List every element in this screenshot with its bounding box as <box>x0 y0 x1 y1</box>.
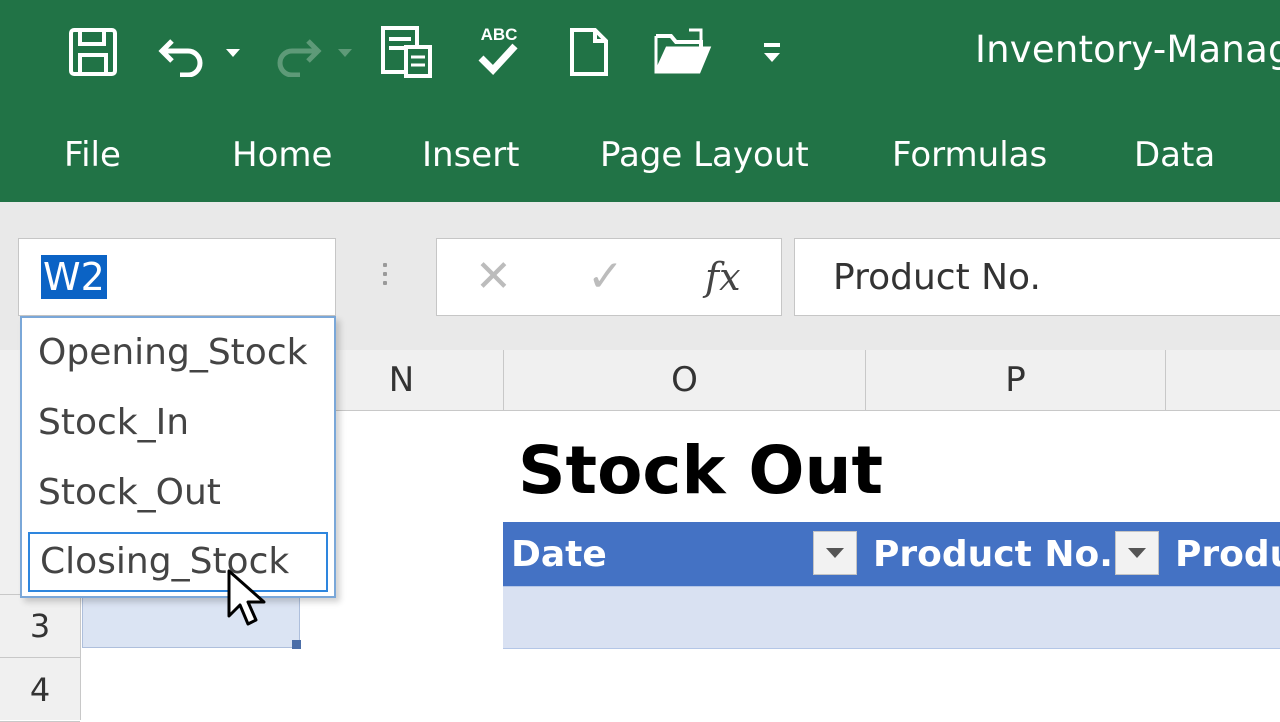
name-box[interactable]: W2 <box>18 238 336 316</box>
window-title: Inventory-Manage <box>975 28 1280 71</box>
column-header-q[interactable] <box>1166 350 1280 410</box>
form-icon[interactable] <box>378 22 436 82</box>
dropdown-item-stock-out[interactable]: Stock_Out <box>38 472 221 513</box>
tab-file[interactable]: File <box>64 135 121 175</box>
row-header-4[interactable]: 4 <box>0 658 80 722</box>
formula-value: Product No. <box>833 257 1041 298</box>
filter-dropdown-icon[interactable] <box>813 531 857 575</box>
row-header-3[interactable]: 3 <box>0 594 80 658</box>
enter-icon[interactable]: ✓ <box>587 251 624 303</box>
table-header-date: Date <box>511 534 607 575</box>
tab-page-layout[interactable]: Page Layout <box>600 135 809 175</box>
ribbon-tab-bar: File Home Insert Page Layout Formulas Da… <box>0 105 1280 202</box>
name-box-dropdown: Opening_Stock Stock_In Stock_Out Closing… <box>20 316 336 598</box>
redo-icon[interactable] <box>268 22 356 82</box>
tab-home[interactable]: Home <box>232 135 332 175</box>
mouse-cursor-icon <box>226 568 270 635</box>
save-icon[interactable] <box>64 22 122 82</box>
tab-data[interactable]: Data <box>1134 135 1215 175</box>
dropdown-item-opening-stock[interactable]: Opening_Stock <box>38 332 307 373</box>
dropdown-item-stock-in[interactable]: Stock_In <box>38 402 189 443</box>
spelling-icon[interactable]: ABC <box>470 22 528 82</box>
table-header-product-no: Product No. <box>873 534 1113 575</box>
name-box-value[interactable]: W2 <box>41 255 107 299</box>
new-file-icon[interactable] <box>566 22 612 82</box>
column-header-o[interactable]: O <box>504 350 866 410</box>
table-header-row: Date Product No. Produ <box>503 522 1280 586</box>
dropdown-item-closing-stock[interactable]: Closing_Stock <box>28 532 328 592</box>
tab-formulas[interactable]: Formulas <box>892 135 1047 175</box>
fill-handle[interactable] <box>292 640 301 649</box>
filter-dropdown-icon[interactable] <box>1115 531 1159 575</box>
formula-input[interactable]: Product No. <box>794 238 1280 316</box>
tab-insert[interactable]: Insert <box>422 135 520 175</box>
column-header-p[interactable]: P <box>866 350 1166 410</box>
formula-bar-splitter[interactable] <box>380 258 390 298</box>
table-header-product: Produ <box>1175 534 1280 575</box>
quick-access-toolbar: ABC Inventory-Manage <box>0 0 1280 105</box>
cancel-icon[interactable]: ✕ <box>475 251 512 303</box>
svg-text:ABC: ABC <box>481 25 518 44</box>
fx-icon[interactable]: fx <box>705 253 741 301</box>
undo-icon[interactable] <box>158 22 246 82</box>
table-row[interactable] <box>503 586 1280 649</box>
formula-buttons: ✕ ✓ fx <box>436 238 782 316</box>
customize-qat-icon[interactable] <box>756 22 788 82</box>
sheet-heading: Stock Out <box>518 432 884 509</box>
open-folder-icon[interactable] <box>652 22 714 82</box>
